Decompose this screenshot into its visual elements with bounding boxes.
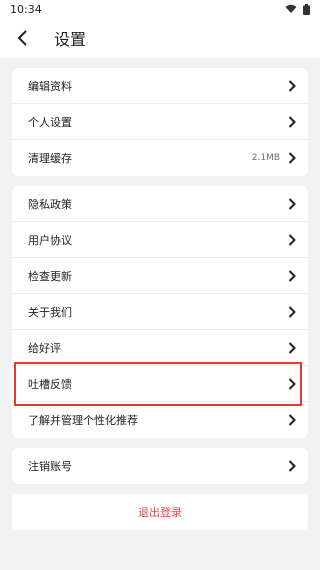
row-feedback[interactable]: 吐槽反馈 bbox=[12, 366, 308, 402]
cache-size: 2.1MB bbox=[251, 153, 280, 163]
row-delete-account[interactable]: 注销账号 bbox=[12, 448, 308, 484]
status-icons bbox=[285, 3, 310, 15]
settings-group-info: 隐私政策 用户协议 检查更新 关于我们 给好评 吐槽反馈 了解并管理个性化推荐 bbox=[12, 186, 308, 438]
chevron-right-icon bbox=[288, 305, 296, 318]
logout-button[interactable]: 退出登录 bbox=[12, 494, 308, 530]
status-time: 10:34 bbox=[10, 2, 42, 16]
chevron-right-icon bbox=[288, 414, 296, 426]
page-title: 设置 bbox=[54, 30, 87, 49]
row-label: 个人设置 bbox=[28, 115, 72, 129]
row-clear-cache[interactable]: 清理缓存 2.1MB bbox=[12, 140, 308, 176]
back-button[interactable] bbox=[12, 27, 34, 49]
chevron-right-icon bbox=[288, 233, 296, 246]
row-label: 编辑资料 bbox=[28, 79, 72, 93]
settings-group-account: 编辑资料 个人设置 清理缓存 2.1MB bbox=[12, 68, 308, 176]
row-personalized-recommendation[interactable]: 了解并管理个性化推荐 bbox=[12, 402, 308, 438]
row-label: 关于我们 bbox=[28, 305, 72, 319]
row-label: 清理缓存 bbox=[28, 152, 72, 165]
row-about-us[interactable]: 关于我们 bbox=[12, 294, 308, 330]
row-label: 给好评 bbox=[28, 341, 61, 355]
chevron-right-icon bbox=[288, 341, 296, 354]
chevron-right-icon bbox=[288, 377, 296, 390]
chevron-right-icon bbox=[288, 79, 296, 92]
header: 设置 bbox=[0, 18, 320, 58]
row-label: 了解并管理个性化推荐 bbox=[28, 414, 138, 427]
battery-icon bbox=[303, 3, 310, 15]
chevron-right-icon bbox=[288, 152, 296, 164]
chevron-right-icon bbox=[288, 460, 296, 472]
settings-group-account-danger: 注销账号 bbox=[12, 448, 308, 484]
row-personal-settings[interactable]: 个人设置 bbox=[12, 104, 308, 140]
logout-label: 退出登录 bbox=[138, 506, 182, 519]
wifi-icon bbox=[285, 4, 297, 13]
row-label: 用户协议 bbox=[28, 233, 72, 247]
row-user-agreement[interactable]: 用户协议 bbox=[12, 222, 308, 258]
row-edit-profile[interactable]: 编辑资料 bbox=[12, 68, 308, 104]
chevron-left-icon bbox=[17, 30, 27, 46]
chevron-right-icon bbox=[288, 115, 296, 128]
row-label: 检查更新 bbox=[28, 269, 72, 283]
status-bar: 10:34 bbox=[0, 0, 320, 18]
row-check-update[interactable]: 检查更新 bbox=[12, 258, 308, 294]
row-label: 吐槽反馈 bbox=[28, 377, 72, 391]
row-privacy-policy[interactable]: 隐私政策 bbox=[12, 186, 308, 222]
row-label: 隐私政策 bbox=[28, 197, 72, 211]
chevron-right-icon bbox=[288, 197, 296, 210]
row-label: 注销账号 bbox=[28, 460, 72, 473]
row-rate-app[interactable]: 给好评 bbox=[12, 330, 308, 366]
chevron-right-icon bbox=[288, 269, 296, 282]
